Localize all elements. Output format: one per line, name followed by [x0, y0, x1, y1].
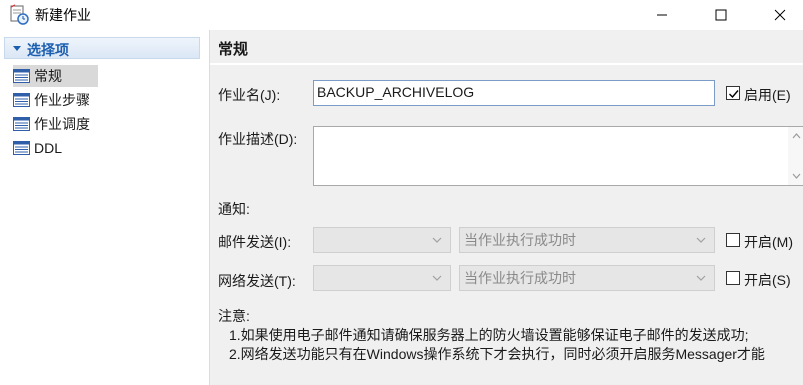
- job-name-label: 作业名(J):: [218, 87, 281, 103]
- section-divider: [210, 63, 803, 65]
- mail-condition-combo: 当作业执行成功时: [459, 227, 715, 253]
- enabled-checkbox[interactable]: [726, 86, 740, 100]
- sidebar-item-job-steps[interactable]: 作业步骤: [13, 89, 90, 111]
- chevron-down-icon: [696, 275, 706, 281]
- maximize-icon: [715, 9, 727, 21]
- sidebar-item-label: 作业调度: [34, 116, 90, 132]
- sidebar-header[interactable]: 选择项: [4, 37, 200, 59]
- net-enable-checkbox[interactable]: [726, 271, 740, 285]
- list-icon: [13, 141, 30, 155]
- mail-target-combo: [313, 227, 451, 253]
- job-desc-label: 作业描述(D):: [218, 131, 298, 147]
- notify-label: 通知:: [218, 201, 250, 217]
- close-button[interactable]: [757, 0, 803, 30]
- net-enable-label: 开启(S): [744, 272, 791, 288]
- job-name-input[interactable]: BACKUP_ARCHIVELOG: [313, 80, 715, 106]
- checkmark-icon: [729, 90, 739, 99]
- maximize-button[interactable]: [698, 0, 744, 30]
- list-icon: [13, 117, 30, 131]
- minimize-icon: [657, 14, 667, 16]
- sidebar-item-label: 常规: [34, 68, 62, 84]
- sidebar-item-general[interactable]: 常规: [13, 65, 98, 87]
- list-icon: [13, 69, 30, 83]
- sidebar-item-label: DDL: [34, 140, 63, 156]
- chevron-down-icon: [696, 237, 706, 243]
- section-title: 常规: [218, 41, 249, 58]
- net-label: 网络发送(T):: [218, 273, 296, 289]
- desc-scrollbar[interactable]: [788, 127, 803, 185]
- net-condition-value: 当作业执行成功时: [464, 270, 576, 286]
- net-condition-combo: 当作业执行成功时: [459, 265, 715, 291]
- title-bar: 新建作业: [0, 0, 803, 30]
- note-line-2: 2.网络发送功能只有在Windows操作系统下才会执行，同时必须开启服务Mess…: [229, 346, 765, 362]
- net-target-combo: [313, 265, 451, 291]
- mail-label: 邮件发送(I):: [218, 234, 292, 250]
- notes-title: 注意:: [218, 308, 250, 324]
- general-panel: 常规 作业名(J): BACKUP_ARCHIVELOG 启用(E) 作业描述(…: [210, 30, 803, 385]
- close-icon: [774, 9, 786, 21]
- list-icon: [13, 93, 30, 107]
- sidebar-item-job-schedule[interactable]: 作业调度: [13, 113, 90, 135]
- sidebar-header-label: 选择项: [27, 42, 69, 58]
- job-desc-textarea[interactable]: [313, 126, 803, 186]
- job-app-icon: [9, 4, 31, 26]
- minimize-button[interactable]: [639, 0, 685, 30]
- mail-enable-label: 开启(M): [744, 234, 793, 250]
- sidebar-item-label: 作业步骤: [34, 92, 90, 108]
- chevron-down-icon: [432, 275, 442, 281]
- sidebar: 选择项 常规 作业步骤 作业调度 DDL: [0, 30, 209, 385]
- note-line-1: 1.如果使用电子邮件通知请确保服务器上的防火墙设置能够保证电子邮件的发送成功;: [229, 327, 749, 343]
- window-title: 新建作业: [35, 7, 91, 23]
- mail-condition-value: 当作业执行成功时: [464, 232, 576, 248]
- sidebar-item-ddl[interactable]: DDL: [13, 137, 62, 159]
- collapse-triangle-icon: [13, 46, 21, 51]
- enabled-label: 启用(E): [744, 87, 791, 103]
- chevron-down-icon: [432, 237, 442, 243]
- mail-enable-checkbox[interactable]: [726, 233, 740, 247]
